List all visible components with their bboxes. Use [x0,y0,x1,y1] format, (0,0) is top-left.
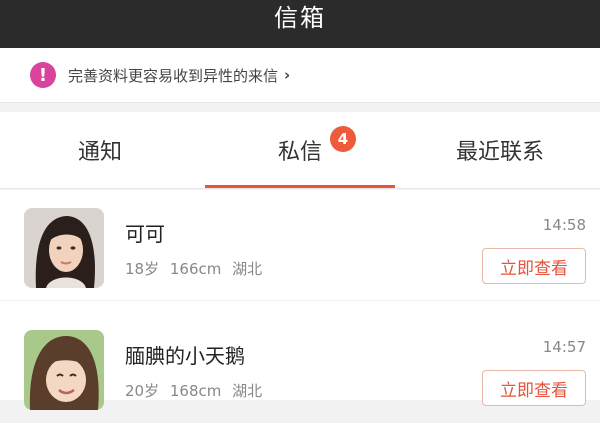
tab-notifications[interactable]: 通知 [0,112,200,188]
message-row[interactable]: 腼腆的小天鹅 20岁 168cm 湖北 14:57 立即查看 [0,312,600,423]
contact-age: 18岁 [125,260,160,278]
contact-info: 20岁 168cm 湖北 [125,380,268,401]
title-bar: 信箱 [0,0,600,48]
contact-region: 湖北 [232,260,263,278]
view-now-button[interactable]: 立即查看 [482,370,586,406]
contact-region: 湖北 [232,382,263,400]
profile-complete-notice[interactable]: ! 完善资料更容易收到异性的来信 › [0,48,600,103]
contact-height: 168cm [169,382,222,400]
view-now-button[interactable]: 立即查看 [482,248,586,284]
contact-height: 166cm [169,260,222,278]
contact-name: 腼腆的小天鹅 [125,344,245,368]
tab-label: 私信 [277,140,322,165]
contact-info: 18岁 166cm 湖北 [125,258,268,279]
tab-label: 最近联系 [455,140,544,165]
exclamation-icon: ! [30,62,56,88]
tab-label: 通知 [77,140,122,165]
tab-private-messages[interactable]: 私信 4 [200,112,400,188]
avatar[interactable] [24,208,104,288]
page-title: 信箱 [274,3,326,32]
message-time: 14:57 [542,338,586,356]
message-list: 可可 18岁 166cm 湖北 14:58 立即查看 腼腆的小天鹅 20岁 16… [0,190,600,423]
message-time: 14:58 [542,216,586,234]
message-row[interactable]: 可可 18岁 166cm 湖北 14:58 立即查看 [0,190,600,301]
contact-name: 可可 [125,222,165,246]
tab-recent-contacts[interactable]: 最近联系 [400,112,600,188]
unread-count-badge: 4 [330,126,356,152]
avatar[interactable] [24,330,104,410]
active-tab-indicator [205,185,395,188]
notice-text: 完善资料更容易收到异性的来信 [68,66,279,85]
contact-age: 20岁 [125,382,160,400]
chevron-right-icon: › [284,66,291,84]
tab-bar: 通知 私信 4 最近联系 [0,112,600,189]
